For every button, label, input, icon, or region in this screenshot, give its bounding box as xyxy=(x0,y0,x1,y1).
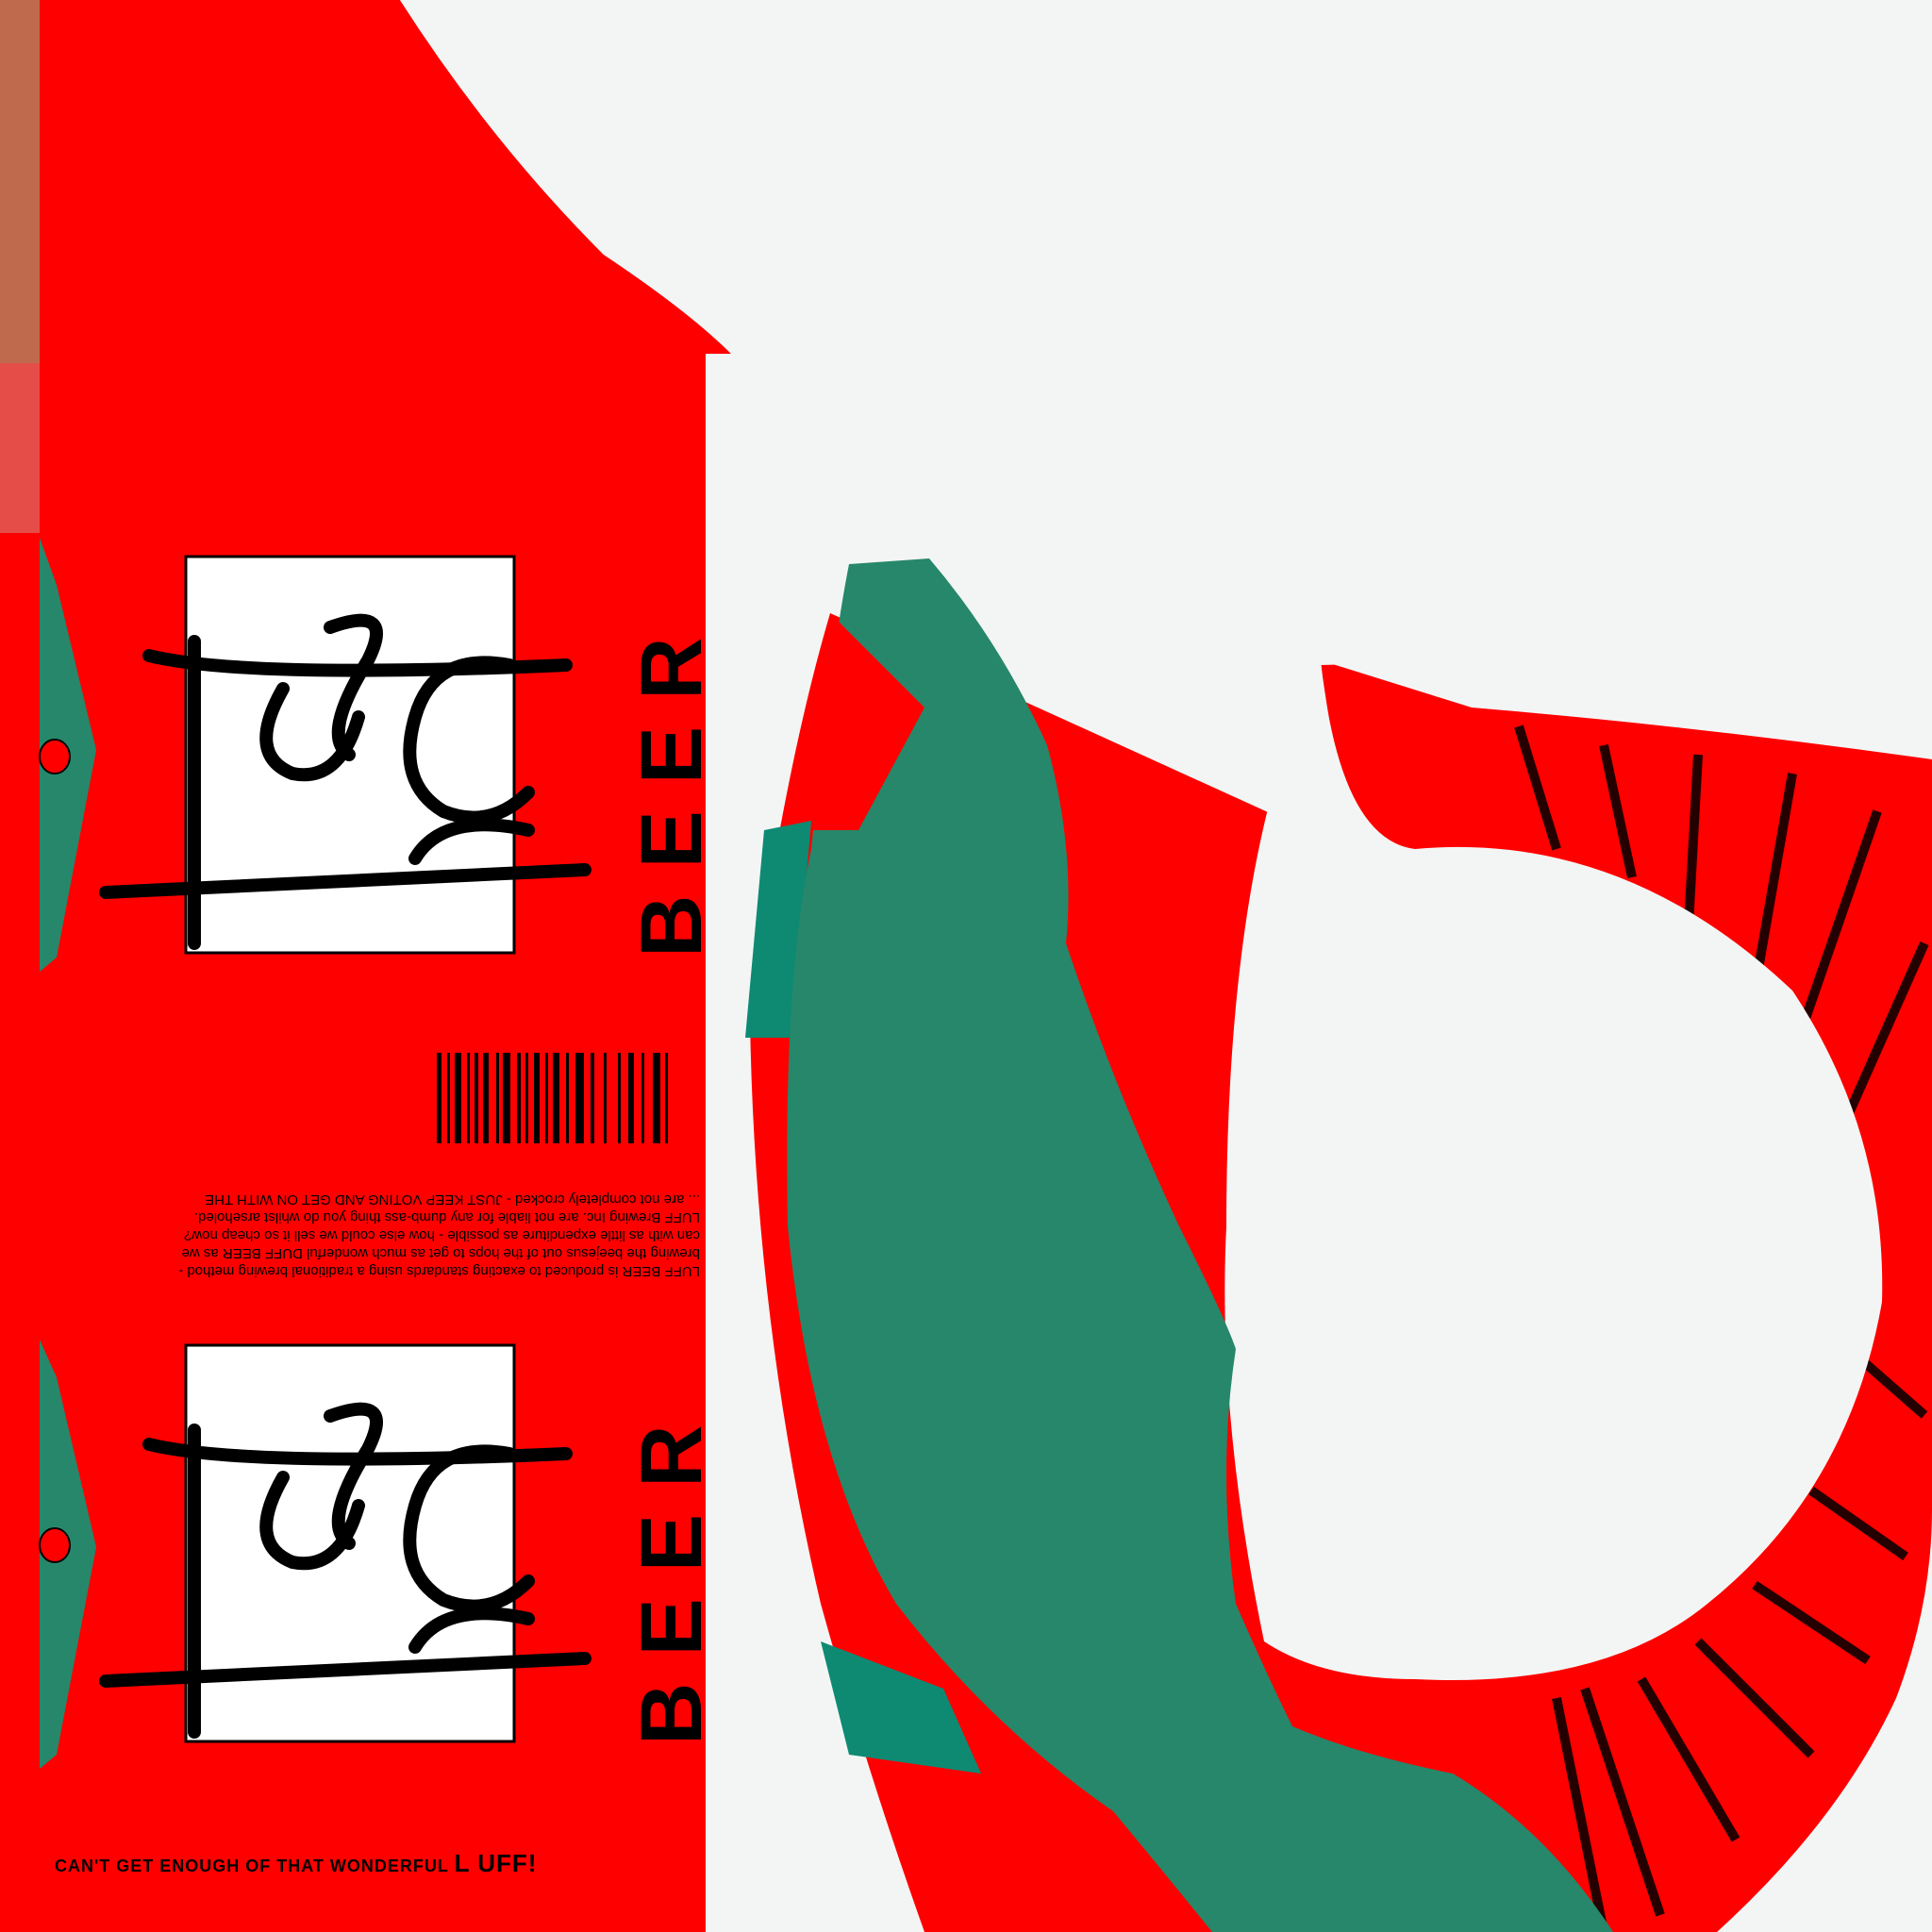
slogan: CAN'T GET ENOUGH OF THAT WONDERFUL L UFF… xyxy=(55,1849,537,1878)
fine-print-line: LUFF BEER is produced to exacting standa… xyxy=(178,1263,700,1279)
can-texture-atlas xyxy=(0,0,1932,1932)
flap-hole-bottom xyxy=(39,1527,71,1563)
left-edge-shade-mid xyxy=(0,363,40,533)
flap-hole-top xyxy=(39,739,71,774)
fine-print-line: brewing the beejesus out of the hops to … xyxy=(181,1245,700,1261)
fine-print-line: ... are not completely crocked - JUST KE… xyxy=(205,1191,700,1208)
beer-word-top: BEER xyxy=(624,610,720,958)
left-edge-shade-top xyxy=(0,0,40,363)
fine-print-block: LUFF BEER is produced to exacting standa… xyxy=(40,1191,700,1280)
beer-word-bottom: BEER xyxy=(624,1398,720,1745)
slogan-brand: L UFF! xyxy=(454,1849,538,1877)
slogan-prefix: CAN'T GET ENOUGH OF THAT WONDERFUL xyxy=(55,1857,455,1875)
fine-print-line: LUFF Brewing Inc. are not liable for any… xyxy=(193,1209,700,1225)
fine-print-line: can with as little expenditure as possib… xyxy=(184,1227,700,1243)
